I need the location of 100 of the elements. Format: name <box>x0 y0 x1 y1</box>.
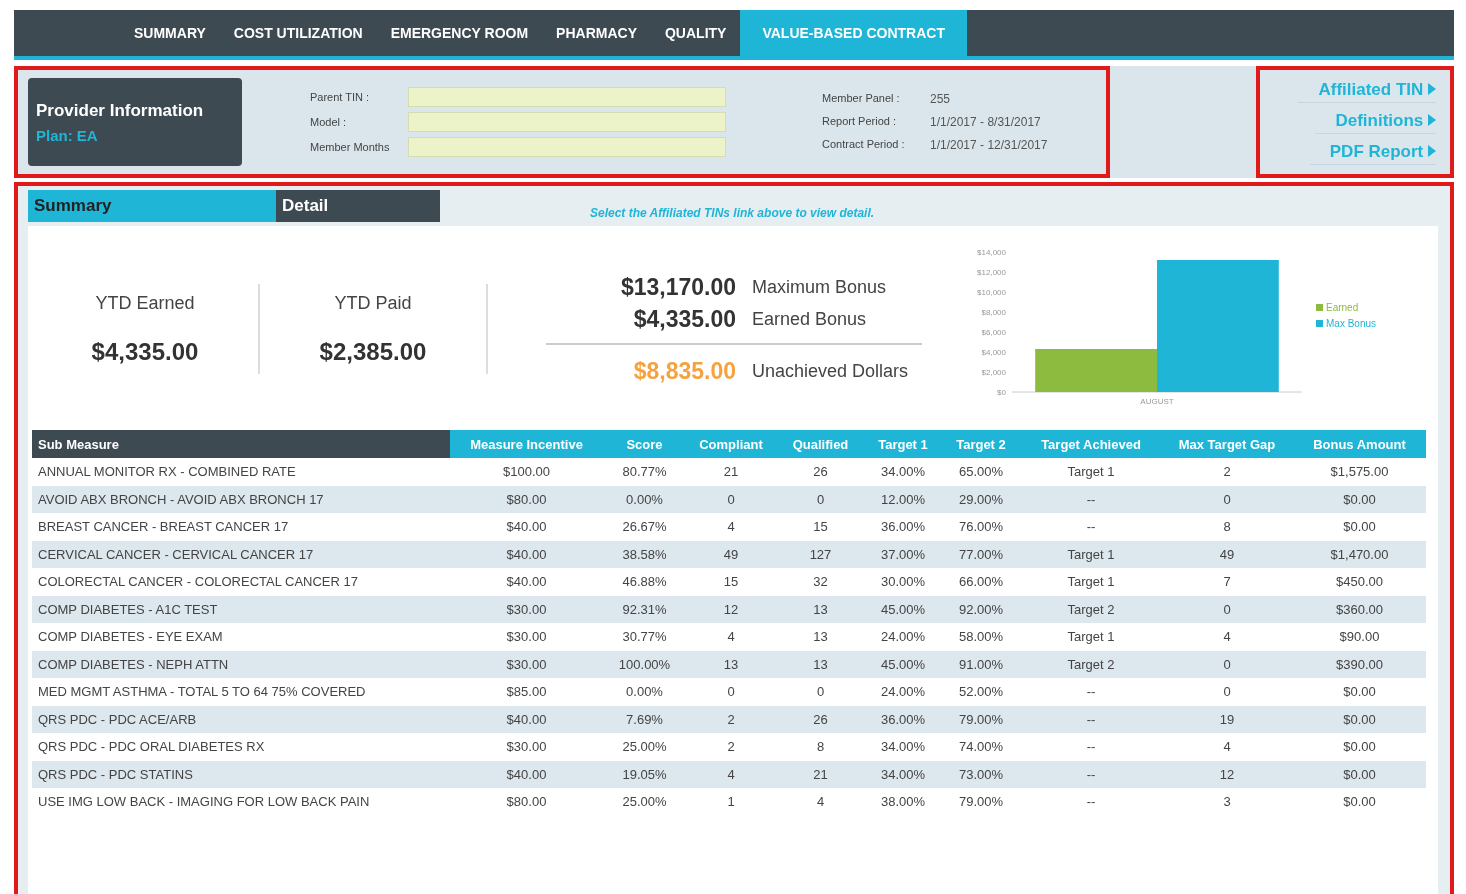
table-cell: 29.00% <box>941 485 1021 513</box>
table-cell: 21 <box>776 760 865 788</box>
bonus-label: Earned Bonus <box>752 308 867 330</box>
column-header: Max Target Gap <box>1161 430 1293 458</box>
table-cell: 38.58% <box>603 540 686 568</box>
table-cell: 73.00% <box>941 760 1021 788</box>
column-header: Score <box>603 430 686 458</box>
nav-tab[interactable]: QUALITY <box>651 10 741 56</box>
table-cell: 13 <box>776 650 865 678</box>
nav-tab[interactable]: EMERGENCY ROOM <box>376 10 543 56</box>
tick-label: $14,000 <box>977 247 1006 257</box>
table-cell: $90.00 <box>1293 623 1426 651</box>
table-cell: Target 1 <box>1021 458 1161 486</box>
column-header: Bonus Amount <box>1293 430 1426 458</box>
column-header: Target 2 <box>941 430 1021 458</box>
table-cell: 92.00% <box>941 595 1021 623</box>
table-cell: 0 <box>686 678 776 706</box>
bonus-value: $8,835.00 <box>632 357 736 385</box>
table-cell: -- <box>1021 513 1161 541</box>
table-cell: 79.00% <box>941 788 1021 816</box>
table-cell: 3 <box>1161 788 1293 816</box>
table-cell: $30.00 <box>450 623 603 651</box>
table-cell: 12 <box>686 595 776 623</box>
table-cell: 127 <box>776 540 865 568</box>
table-cell: 91.00% <box>941 650 1021 678</box>
bonus-label: Maximum Bonus <box>752 276 887 298</box>
table-cell: $30.00 <box>450 595 603 623</box>
table-cell: 30.77% <box>603 623 686 651</box>
table-cell: 0 <box>776 678 865 706</box>
bonus-label: Unachieved Dollars <box>752 360 909 382</box>
nav-tab[interactable]: PHARMACY <box>542 10 651 56</box>
table-cell: 0.00% <box>603 485 686 513</box>
table-cell: $40.00 <box>450 705 603 733</box>
ytd-value: $2,385.00 <box>319 337 427 366</box>
table-cell: 0 <box>1161 595 1293 623</box>
triangle-icon <box>1428 113 1436 126</box>
table-cell: 4 <box>776 788 865 816</box>
table-cell: 4 <box>1161 623 1293 651</box>
table-cell: 2 <box>686 733 776 761</box>
detail-label: Member Panel : <box>822 92 901 106</box>
table-cell: 46.88% <box>603 568 686 596</box>
table-cell: 36.00% <box>865 705 941 733</box>
tick-label: $10,000 <box>977 287 1006 297</box>
column-header: Qualified <box>776 430 865 458</box>
input-field[interactable] <box>408 137 726 157</box>
tick-label: $2,000 <box>981 367 1006 377</box>
table-cell: 7 <box>1161 568 1293 596</box>
table-cell: $0.00 <box>1293 760 1426 788</box>
nav-tab[interactable]: COST UTILIZATION <box>219 10 377 56</box>
field-label: Parent TIN : <box>310 91 371 103</box>
table-cell: $0.00 <box>1293 485 1426 513</box>
table-cell: 38.00% <box>865 788 941 816</box>
table-cell: 49 <box>686 540 776 568</box>
table-cell: 37.00% <box>865 540 941 568</box>
column-header: Measure Incentive <box>450 430 603 458</box>
table-cell: CERVICAL CANCER - CERVICAL CANCER 17 <box>32 540 450 568</box>
input-field[interactable] <box>408 112 726 132</box>
table-cell: -- <box>1021 678 1161 706</box>
table-cell: USE IMG LOW BACK - IMAGING FOR LOW BACK PAIN <box>32 788 450 816</box>
table-cell: $40.00 <box>450 760 603 788</box>
provider-title: Provider Information <box>36 100 205 121</box>
table-cell: 4 <box>686 623 776 651</box>
table-cell: $85.00 <box>450 678 603 706</box>
view-tab[interactable]: Summary <box>28 190 276 222</box>
table-cell: 7.69% <box>603 705 686 733</box>
table-cell: $30.00 <box>450 733 603 761</box>
tick-label: $0 <box>997 387 1006 397</box>
column-header: Sub Measure <box>32 430 450 458</box>
view-tab[interactable]: Detail <box>276 190 440 222</box>
table-cell: $0.00 <box>1293 705 1426 733</box>
field-label: Model : <box>310 116 348 128</box>
column-header: Target 1 <box>865 430 941 458</box>
table-cell: 0 <box>686 485 776 513</box>
table-cell: 26.67% <box>603 513 686 541</box>
table-cell: 19 <box>1161 705 1293 733</box>
table-cell: $80.00 <box>450 788 603 816</box>
table-cell: 0.00% <box>603 678 686 706</box>
input-field[interactable] <box>408 87 726 107</box>
ytd-label: YTD Earned <box>95 292 195 314</box>
table-cell: $80.00 <box>450 485 603 513</box>
table-cell: $100.00 <box>450 458 603 486</box>
tick-label: $4,000 <box>981 347 1006 357</box>
table-cell: 13 <box>686 650 776 678</box>
nav-tab[interactable]: SUMMARY <box>120 10 220 56</box>
table-cell: 0 <box>1161 485 1293 513</box>
legend-label: Earned <box>1326 301 1359 313</box>
table-cell: 77.00% <box>941 540 1021 568</box>
table-cell: 2 <box>686 705 776 733</box>
table-cell: Target 1 <box>1021 568 1161 596</box>
table-cell: 24.00% <box>865 678 941 706</box>
table-cell: AVOID ABX BRONCH - AVOID ABX BRONCH 17 <box>32 485 450 513</box>
table-cell: ANNUAL MONITOR RX - COMBINED RATE <box>32 458 450 486</box>
table-cell: 0 <box>1161 650 1293 678</box>
table-cell: $1,470.00 <box>1293 540 1426 568</box>
table-cell: $0.00 <box>1293 788 1426 816</box>
table-cell: Target 1 <box>1021 623 1161 651</box>
table-cell: -- <box>1021 788 1161 816</box>
table-cell: 34.00% <box>865 733 941 761</box>
table-cell: Target 2 <box>1021 650 1161 678</box>
table-cell: 26 <box>776 458 865 486</box>
